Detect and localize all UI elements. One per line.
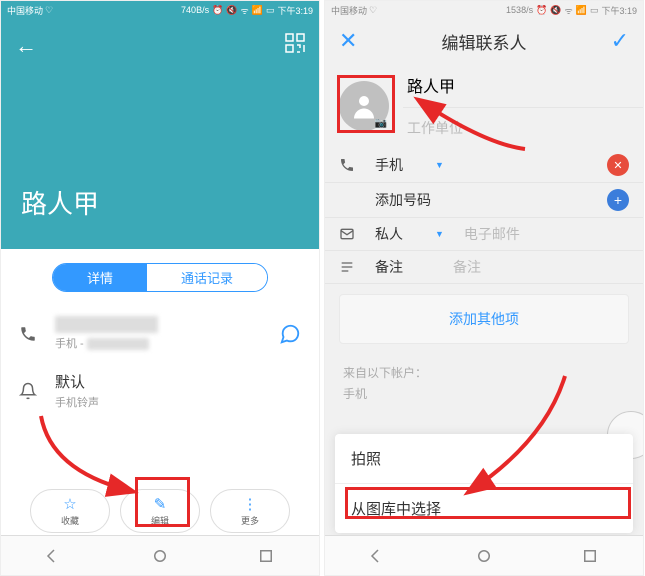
nav-home[interactable] xyxy=(146,545,174,567)
carrier: 中国移动 xyxy=(331,4,367,17)
tab-details[interactable]: 详情 xyxy=(53,264,147,291)
nav-recent[interactable] xyxy=(576,545,604,567)
carrier: 中国移动 xyxy=(7,4,43,17)
clock: 下午3:19 xyxy=(601,4,637,17)
phone-icon xyxy=(19,325,41,343)
accounts-title: 来自以下帐户： xyxy=(343,364,625,381)
statusbar-right: 中国移动♡ 1538/s ⏰ 🔇 ᯤ 📶 ▭ 下午3:19 xyxy=(325,1,643,19)
notes-icon xyxy=(339,259,361,275)
annotation-box xyxy=(345,487,631,519)
net-speed: 740B/s xyxy=(181,5,209,15)
clock: 下午3:19 xyxy=(277,4,313,17)
edit-header: ✕ 编辑联系人 ✓ xyxy=(325,19,643,63)
alarm-icon: ⏰ xyxy=(536,5,547,16)
add-number-button[interactable]: + xyxy=(607,189,629,211)
signal-icon: 📶 xyxy=(252,5,263,16)
chevron-down-icon[interactable]: ▼ xyxy=(435,229,444,239)
notes-row[interactable]: 备注 备注 xyxy=(325,251,643,284)
more-button[interactable]: ⋮ 更多 xyxy=(210,489,290,533)
qr-icon[interactable] xyxy=(285,33,305,53)
nav-back[interactable] xyxy=(40,545,68,567)
page-title: 编辑联系人 xyxy=(442,29,527,54)
company-field[interactable]: 工作单位 xyxy=(403,108,643,148)
alarm-icon: ⏰ xyxy=(212,5,223,16)
sheet-take-photo[interactable]: 拍照 xyxy=(335,434,633,484)
notes-placeholder: 备注 xyxy=(453,257,629,277)
heart-icon: ♡ xyxy=(369,5,377,16)
mail-icon xyxy=(339,226,361,242)
navbar-right xyxy=(325,535,643,575)
navbar-left xyxy=(1,535,319,575)
phone-left: 中国移动♡ 740B/s ⏰ 🔇 ᯤ 📶 ▭ 下午3:19 ← 路人甲 详情 通… xyxy=(0,0,320,576)
favorite-button[interactable]: ☆ 收藏 xyxy=(30,489,110,533)
chat-icon[interactable] xyxy=(279,323,301,345)
back-icon[interactable]: ← xyxy=(15,33,37,59)
battery-icon: ▭ xyxy=(590,5,599,16)
nav-home[interactable] xyxy=(470,545,498,567)
battery-icon: ▭ xyxy=(266,5,275,16)
accounts-info: 来自以下帐户： 手机 xyxy=(325,354,643,412)
phone-label: 手机 xyxy=(55,338,77,350)
segment-tabs: 详情 通话记录 xyxy=(1,263,319,292)
phone-icon xyxy=(339,157,361,173)
signal-icon: 📶 xyxy=(576,5,587,16)
add-others-button[interactable]: 添加其他项 xyxy=(339,294,629,344)
wifi-icon: ᯤ xyxy=(241,4,249,17)
close-button[interactable]: ✕ xyxy=(339,28,357,54)
mute-icon: 🔇 xyxy=(226,5,237,16)
net-speed: 1538/s xyxy=(506,5,533,15)
bell-icon xyxy=(19,382,41,400)
statusbar-left: 中国移动♡ 740B/s ⏰ 🔇 ᯤ 📶 ▭ 下午3:19 xyxy=(1,1,319,19)
name-field[interactable]: 路人甲 xyxy=(403,63,643,108)
ringtone-sub: 手机铃声 xyxy=(55,394,301,410)
phone-right: 中国移动♡ 1538/s ⏰ 🔇 ᯤ 📶 ▭ 下午3:19 ✕ 编辑联系人 ✓ … xyxy=(324,0,644,576)
add-number-label: 添加号码 xyxy=(375,190,593,210)
annotation-box xyxy=(337,75,395,133)
annotation-box xyxy=(135,477,190,527)
confirm-button[interactable]: ✓ xyxy=(611,28,629,54)
contact-name: 路人甲 xyxy=(21,184,99,221)
chevron-down-icon[interactable]: ▼ xyxy=(435,160,444,170)
email-label: 私人 xyxy=(375,224,415,244)
add-number-row[interactable]: 添加号码 + xyxy=(325,183,643,218)
email-row[interactable]: 私人 ▼ 电子邮件 xyxy=(325,218,643,251)
tab-calllog[interactable]: 通话记录 xyxy=(147,264,267,291)
phone-label: 手机 xyxy=(375,155,415,175)
email-placeholder: 电子邮件 xyxy=(464,224,629,244)
heart-icon: ♡ xyxy=(45,5,53,16)
notes-label: 备注 xyxy=(375,257,415,277)
star-icon: ☆ xyxy=(63,495,76,513)
more-icon: ⋮ xyxy=(243,495,258,513)
accounts-value: 手机 xyxy=(343,385,625,402)
mute-icon: 🔇 xyxy=(550,5,561,16)
ringtone-title: 默认 xyxy=(55,371,301,392)
nav-back[interactable] xyxy=(364,545,392,567)
phone-row[interactable]: xxx 手机 - xxxx xyxy=(1,306,319,361)
contact-header: ← 路人甲 xyxy=(1,1,319,249)
ringtone-row[interactable]: 默认 手机铃声 xyxy=(1,361,319,420)
phone-edit-row[interactable]: 手机 ▼ ✕ xyxy=(325,148,643,183)
nav-recent[interactable] xyxy=(252,545,280,567)
wifi-icon: ᯤ xyxy=(565,4,573,17)
delete-phone-button[interactable]: ✕ xyxy=(607,154,629,176)
